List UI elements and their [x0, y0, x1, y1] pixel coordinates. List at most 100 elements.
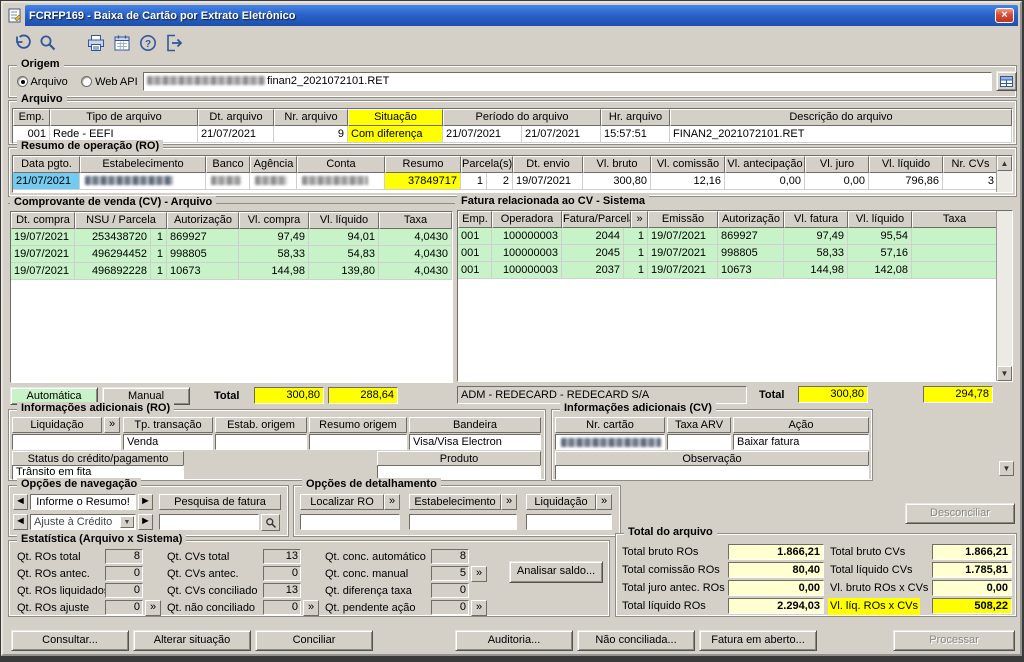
tp-transacao-header[interactable]: Tp. transação — [123, 417, 213, 433]
col-situacao[interactable]: Situação — [348, 109, 443, 126]
cell[interactable]: 496892228 — [75, 263, 151, 280]
cell[interactable]: 253438720 — [75, 229, 151, 246]
chevron-down-icon[interactable]: ▼ — [120, 516, 134, 528]
radio-webapi-dot[interactable] — [81, 76, 92, 87]
radio-arquivo-dot[interactable] — [17, 76, 28, 87]
cv-row[interactable]: 19/07/2021 253438720 1 869927 97,49 94,0… — [11, 229, 452, 246]
cell-agencia[interactable] — [250, 173, 297, 190]
resumo-prev-button[interactable]: ◄ — [13, 494, 28, 510]
resumo-next-button[interactable]: ► — [138, 494, 153, 510]
ajuste-next-button[interactable]: ► — [138, 514, 153, 530]
cell[interactable]: 57,16 — [848, 245, 912, 262]
cell-data-pgto[interactable]: 21/07/2021 — [13, 173, 80, 190]
pesquisa-fatura-button[interactable] — [261, 514, 280, 531]
cell-parcelas-total[interactable]: 2 — [487, 173, 513, 190]
cell-periodo-fim[interactable]: 21/07/2021 — [522, 126, 601, 143]
cell[interactable]: 998805 — [167, 246, 239, 263]
cell-dt[interactable]: 21/07/2021 — [198, 126, 274, 143]
cell[interactable] — [912, 262, 997, 279]
resumo-scrollbar[interactable]: ▲ — [996, 156, 1012, 192]
print-button[interactable] — [83, 30, 109, 56]
col-autorizacao[interactable]: Autorização — [718, 211, 784, 228]
cell[interactable]: 19/07/2021 — [648, 228, 718, 245]
cell-vl-juro[interactable]: 0,00 — [805, 173, 869, 190]
col-hr-arquivo[interactable]: Hr. arquivo — [601, 109, 670, 126]
cell-conta[interactable] — [297, 173, 385, 190]
nao-conciliada-button[interactable]: Não conciliada... — [577, 630, 695, 651]
conciliar-button[interactable]: Conciliar — [255, 630, 373, 651]
bandeira-field[interactable]: Visa/Visa Electron — [409, 434, 541, 450]
fatura-row[interactable]: 001 100000003 2045 1 19/07/2021 998805 5… — [458, 245, 997, 262]
col-agencia[interactable]: Agência — [250, 156, 297, 173]
liquidacao-header[interactable]: Liquidação — [12, 417, 102, 433]
col-autorizacao[interactable]: Autorização — [167, 212, 239, 229]
cell[interactable]: 10673 — [167, 263, 239, 280]
col-taxa[interactable]: Taxa — [912, 211, 997, 228]
localizar-ro-input[interactable] — [300, 514, 400, 530]
cell[interactable]: 4,0430 — [379, 263, 452, 280]
nr-cartao-header[interactable]: Nr. cartão — [555, 417, 665, 433]
cell[interactable]: 1 — [624, 245, 648, 262]
analisar-saldo-button[interactable]: Analisar saldo... — [509, 561, 603, 583]
resumo-origem-header[interactable]: Resumo origem — [309, 417, 407, 433]
cell[interactable]: 139,80 — [309, 263, 379, 280]
cell[interactable]: 869927 — [718, 228, 784, 245]
cell[interactable]: 97,49 — [784, 228, 848, 245]
col-vl-comissao[interactable]: Vl. comissão — [651, 156, 725, 173]
cv-row[interactable]: 19/07/2021 496294452 1 998805 58,33 54,8… — [11, 246, 452, 263]
cell[interactable]: 54,83 — [309, 246, 379, 263]
cell-estabelecimento[interactable] — [80, 173, 206, 190]
cell[interactable]: 100000003 — [492, 228, 562, 245]
col-vl-bruto[interactable]: Vl. bruto — [583, 156, 651, 173]
col-parcelas[interactable]: Parcela(s) — [461, 156, 513, 173]
cell[interactable]: 58,33 — [784, 245, 848, 262]
cell[interactable]: 100000003 — [492, 262, 562, 279]
scroll-up-icon[interactable]: ▲ — [997, 156, 1012, 171]
exit-button[interactable] — [161, 30, 187, 56]
col-descricao[interactable]: Descrição do arquivo — [670, 109, 1012, 126]
cv-row[interactable]: 19/07/2021 496892228 1 10673 144,98 139,… — [11, 263, 452, 280]
col-conta[interactable]: Conta — [297, 156, 385, 173]
col-taxa[interactable]: Taxa — [379, 212, 452, 229]
cell[interactable]: 144,98 — [239, 263, 309, 280]
col-dt-arquivo[interactable]: Dt. arquivo — [198, 109, 274, 126]
processar-button[interactable]: Processar — [893, 630, 1015, 651]
liquidacao-field[interactable] — [12, 434, 121, 450]
cell[interactable]: 95,54 — [848, 228, 912, 245]
localizar-ro-header[interactable]: Localizar RO — [300, 494, 384, 510]
resumo-origem-field[interactable] — [309, 434, 407, 450]
cell[interactable] — [912, 245, 997, 262]
cell[interactable]: 001 — [458, 245, 492, 262]
pendente-acao-more-button[interactable]: » — [471, 600, 487, 616]
cell[interactable]: 142,08 — [848, 262, 912, 279]
cell[interactable]: 19/07/2021 — [11, 229, 75, 246]
cell[interactable]: 97,49 — [239, 229, 309, 246]
nao-conciliado-more-button[interactable]: » — [303, 600, 319, 616]
col-fatura-parcela[interactable]: Fatura/Parcela — [562, 211, 631, 228]
cell[interactable]: 1 — [151, 263, 167, 280]
scroll-down-icon[interactable]: ▼ — [997, 366, 1012, 381]
cell[interactable]: 19/07/2021 — [11, 246, 75, 263]
ajuste-combo[interactable]: Ajuste à Crédito ▼ — [30, 514, 136, 530]
tp-transacao-field[interactable]: Venda — [123, 434, 213, 450]
cell-descricao[interactable]: FINAN2_2021072101.RET — [670, 126, 1012, 143]
cell-vl-antecipacao[interactable]: 0,00 — [725, 173, 805, 190]
cell[interactable]: 144,98 — [784, 262, 848, 279]
col-emissao[interactable]: Emissão — [648, 211, 718, 228]
detail-scroll-down-button[interactable]: ▼ — [999, 461, 1014, 476]
acao-header[interactable]: Ação — [733, 417, 869, 433]
search-button[interactable] — [35, 30, 61, 56]
conc-manual-more-button[interactable]: » — [471, 566, 487, 582]
cell[interactable]: 4,0430 — [379, 229, 452, 246]
calendar-button[interactable] — [109, 30, 135, 56]
col-vl-antecipacao[interactable]: Vl. antecipação — [725, 156, 805, 173]
cell[interactable]: 1 — [624, 228, 648, 245]
ros-ajuste-more-button[interactable]: » — [145, 600, 161, 616]
col-vl-compra[interactable]: Vl. compra — [239, 212, 309, 229]
cell[interactable]: 1 — [151, 229, 167, 246]
col-tipo-arquivo[interactable]: Tipo de arquivo — [50, 109, 198, 126]
cell[interactable]: 2045 — [562, 245, 624, 262]
more-header-button[interactable]: » — [631, 211, 648, 228]
file-path-input[interactable]: finan2_2021072101.RET — [143, 72, 992, 91]
file-grid-button[interactable] — [996, 71, 1017, 91]
